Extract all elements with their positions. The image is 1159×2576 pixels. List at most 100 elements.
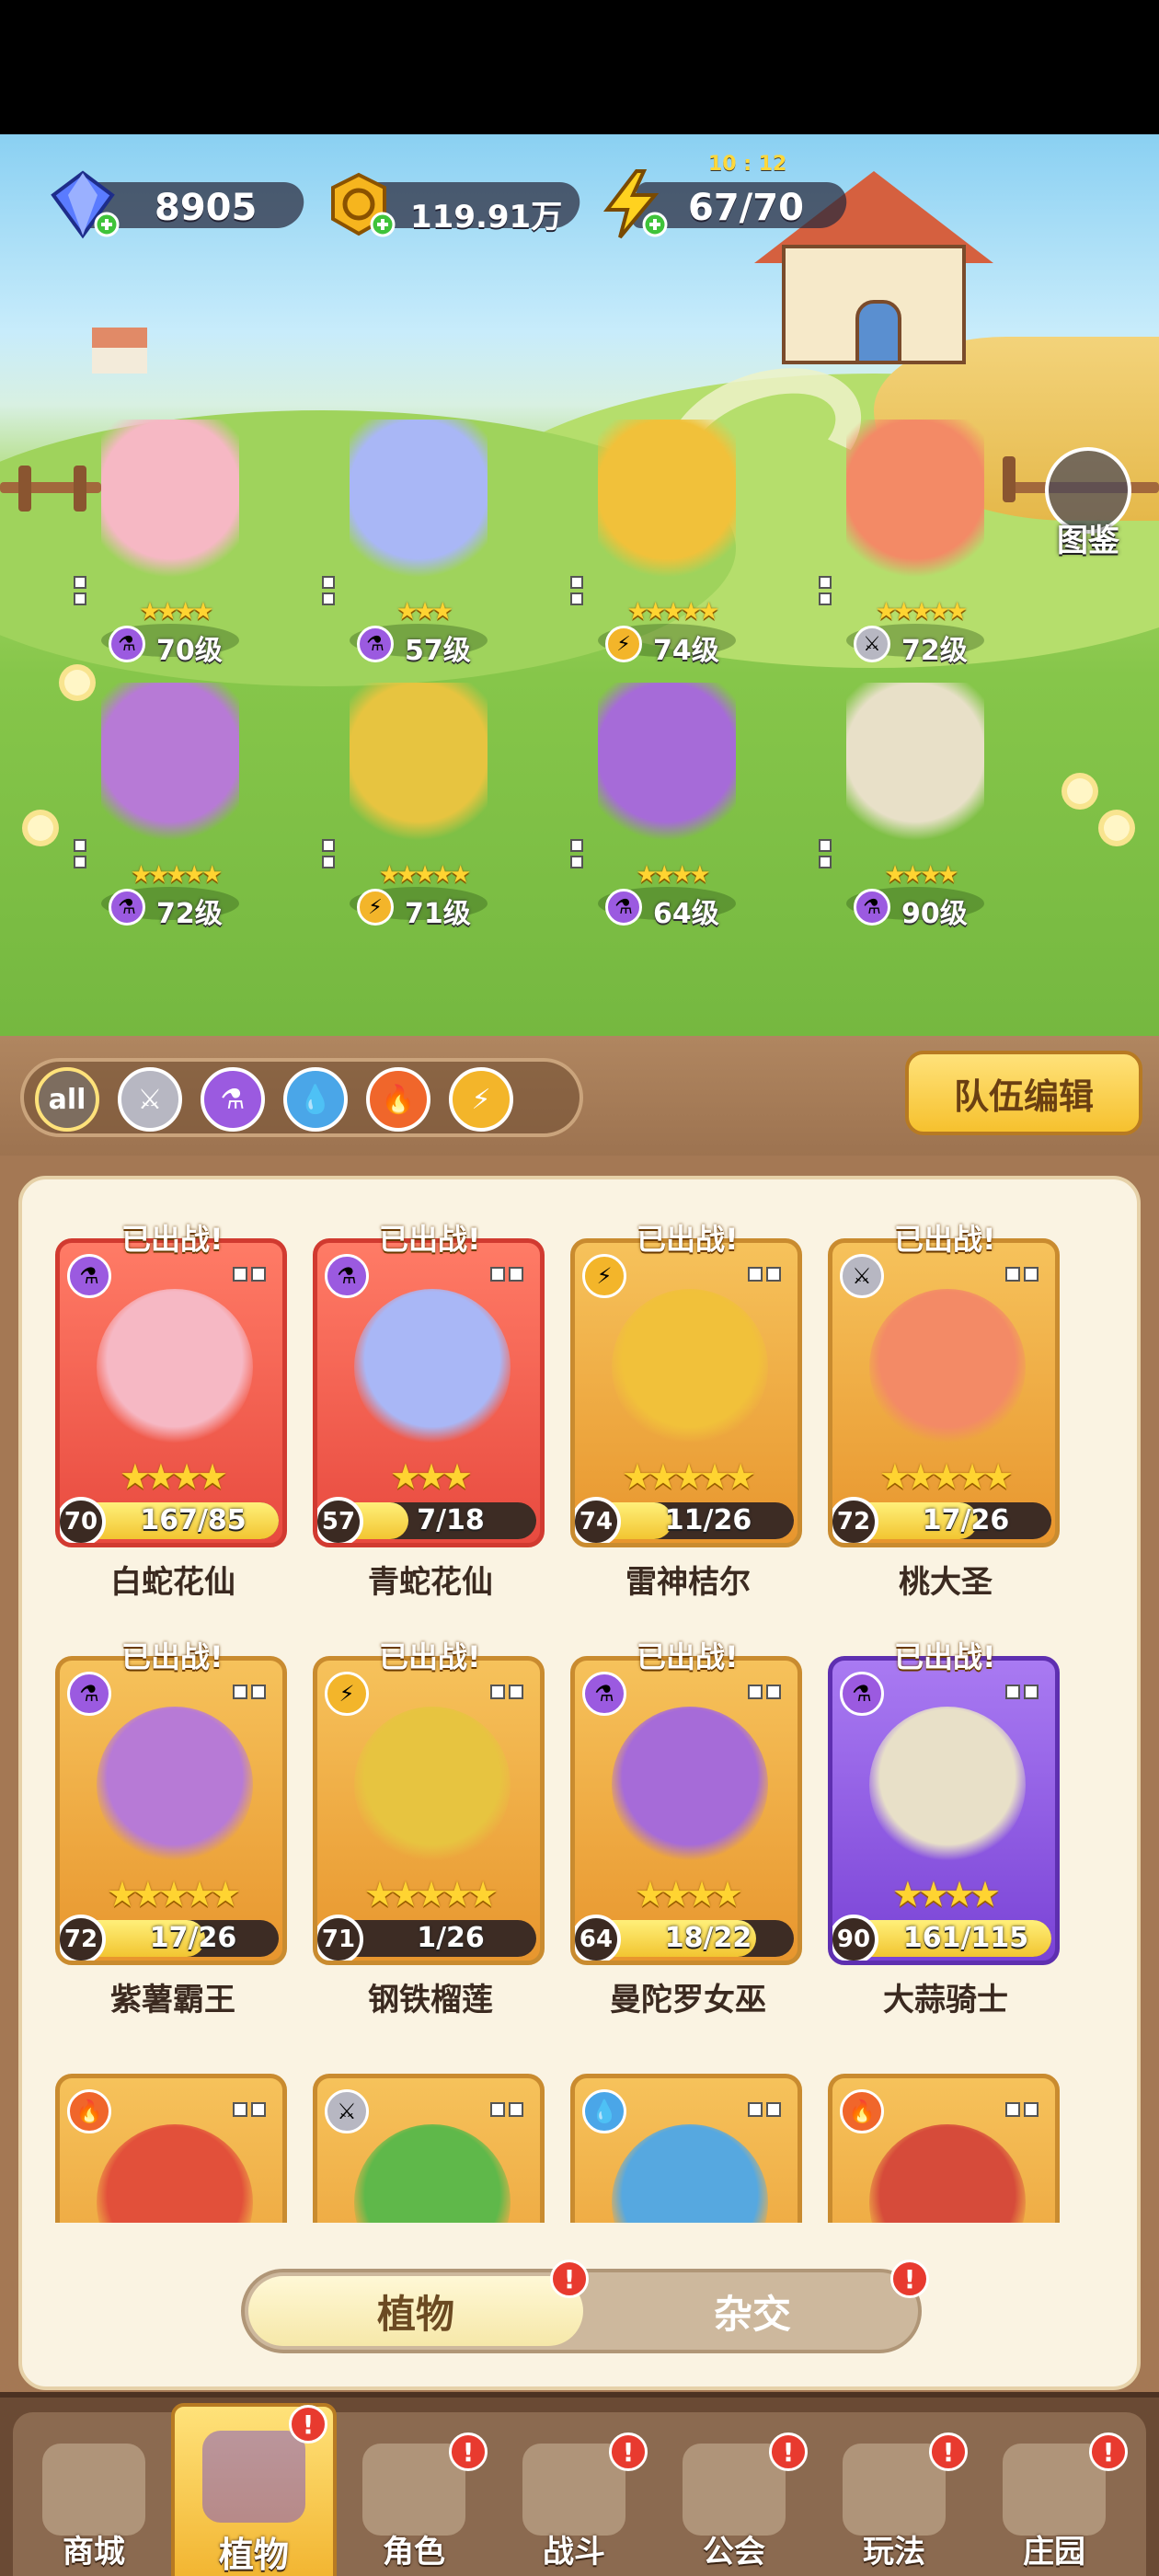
nav-item-shop[interactable]: 商城 (20, 2434, 167, 2576)
field-unit[interactable]: ★★★★ ⚗ 64级 (570, 683, 754, 931)
card-stars: ★★★★ (119, 1456, 228, 1497)
flower (1104, 815, 1130, 841)
plant-card[interactable]: 已出战! ⚗ ★★★★ 64 18/22 曼陀罗女巫 (570, 1634, 806, 2030)
deployed-badge: 已出战! (121, 1222, 224, 1257)
plant-sprite (598, 420, 736, 594)
nav-item-plant[interactable]: 植物! (171, 2403, 337, 2576)
card-grid[interactable]: 已出战! ⚗ ★★★★ 70 167/85 白蛇花仙 已出战! ⚗ ★★★ 57 7/18 青蛇花仙已… (22, 1179, 1137, 2223)
nav-item-battle[interactable]: 战斗! (500, 2432, 648, 2576)
team-slot-icon (233, 1256, 270, 1293)
card-frame: ⚔ ★★★★★ 72 17/26 (828, 1238, 1060, 1547)
plant-card[interactable]: 已出战! ⚗ ★★★★ 70 167/85 白蛇花仙 (55, 1216, 291, 1612)
card-level-badge: 64 (575, 1915, 621, 1961)
nav-alert-badge: ! (449, 2432, 488, 2471)
card-name: 曼陀罗女巫 (610, 1982, 766, 2018)
team-slot-icon (570, 839, 591, 894)
card-stars: ★★★★ (634, 1874, 743, 1915)
field-unit[interactable]: ★★★★★ ⚗ 72级 (74, 683, 258, 931)
team-edit-button[interactable]: 队伍编辑 (905, 1051, 1142, 1135)
fragment-count: 7/18 (417, 1504, 485, 1536)
plant-card[interactable]: 已出战! ⚗ ★★★★★ 72 17/26 紫薯霸王 (55, 1634, 291, 2030)
sword-element-icon: ⚔ (840, 1254, 884, 1298)
lightning-element-icon: ⚡ (325, 1672, 369, 1716)
card-name: 白蛇花仙 (110, 1564, 235, 1601)
plant-card[interactable]: 🔥 (55, 2052, 291, 2223)
team-slot-icon (819, 576, 839, 631)
filter-fire-icon[interactable]: 🔥 (366, 1067, 430, 1132)
shop-icon (42, 2444, 145, 2536)
field-unit[interactable]: ★★★★★ ⚡ 74级 (570, 420, 754, 668)
plant-card[interactable]: 已出战! ⚡ ★★★★★ 74 11/26 雷神桔尔 (570, 1216, 806, 1612)
purple-element-icon: ⚗ (582, 1672, 626, 1716)
plant-sprite (846, 683, 984, 857)
fence-post (1003, 456, 1016, 502)
field-unit[interactable]: ★★★★ ⚗ 70级 (74, 420, 258, 668)
plant-sprite (350, 420, 488, 594)
nav-alert-badge: ! (769, 2432, 808, 2471)
unit-level: 72级 (901, 635, 968, 667)
plant-card[interactable]: 已出战! ⚡ ★★★★★ 71 1/26 钢铁榴莲 (313, 1634, 548, 2030)
field-unit[interactable]: ★★★★ ⚗ 90级 (819, 683, 1003, 931)
field-unit[interactable]: ★★★★★ ⚔ 72级 (819, 420, 1003, 668)
card-stars: ★★★ (389, 1456, 473, 1497)
deployed-badge: 已出战! (379, 1222, 481, 1257)
card-level-badge: 72 (60, 1915, 106, 1961)
plant-card[interactable]: 已出战! ⚔ ★★★★★ 72 17/26 桃大圣 (828, 1216, 1063, 1612)
team-slot-icon (819, 839, 839, 894)
team-slot-icon (490, 2091, 527, 2128)
nav-item-gameplay[interactable]: 玩法! (820, 2432, 968, 2576)
team-slot-icon (233, 2091, 270, 2128)
deployed-badge: 已出战! (637, 1639, 739, 1674)
card-frame: 💧 (570, 2074, 802, 2223)
gem-icon[interactable] (46, 167, 120, 241)
plant-portrait (612, 1289, 768, 1445)
plant-portrait (869, 2124, 1026, 2223)
field-unit[interactable]: ★★★★★ ⚡ 71级 (322, 683, 506, 931)
card-frame: 🔥 (55, 2074, 287, 2223)
plant-icon (202, 2431, 305, 2523)
filter-lightning-icon[interactable]: ⚡ (449, 1067, 513, 1132)
purple-element-icon: ⚗ (325, 1254, 369, 1298)
unit-stars: ★★★★ (636, 861, 710, 889)
card-stars: ★★★★★ (878, 1456, 1014, 1497)
plant-sprite (101, 420, 239, 594)
lightning-icon[interactable] (594, 167, 668, 241)
unit-stars: ★★★★ (139, 598, 213, 626)
distant-house (92, 328, 147, 374)
plant-portrait (612, 2124, 768, 2223)
card-name: 大蒜骑士 (883, 1982, 1008, 2018)
card-level-badge: 71 (317, 1915, 363, 1961)
team-slot-icon (490, 1256, 527, 1293)
energy-timer: 10 : 12 (708, 153, 787, 176)
nav-item-manor[interactable]: 庄园! (981, 2432, 1128, 2576)
fragment-count: 18/22 (664, 1922, 752, 1954)
plant-card[interactable]: 💧 (570, 2052, 806, 2223)
card-frame: ⚗ ★★★ 57 7/18 (313, 1238, 545, 1547)
coins-value: 119.91万 (410, 199, 563, 236)
flower (1067, 778, 1093, 804)
nav-alert-badge: ! (929, 2432, 968, 2471)
card-frame: ⚔ (313, 2074, 545, 2223)
plant-portrait (97, 2124, 253, 2223)
filter-potion-icon[interactable]: ⚗ (201, 1067, 265, 1132)
filter-water-icon[interactable]: 💧 (283, 1067, 348, 1132)
plant-card[interactable]: 已出战! ⚗ ★★★★ 90 161/115 大蒜骑士 (828, 1634, 1063, 2030)
plant-card[interactable]: ⚔ (313, 2052, 548, 2223)
nav-item-guild[interactable]: 公会! (660, 2432, 808, 2576)
tab-hybrid[interactable]: 杂交 (587, 2276, 918, 2346)
nav-item-character[interactable]: 角色! (340, 2432, 488, 2576)
plant-sprite (598, 683, 736, 857)
tab-plants[interactable]: 植物 (248, 2276, 583, 2346)
fire-element-icon: 🔥 (840, 2089, 884, 2133)
field-unit[interactable]: ★★★ ⚗ 57级 (322, 420, 506, 668)
unit-stars: ★★★★★ (378, 861, 472, 889)
filter-all[interactable]: all (35, 1067, 99, 1132)
team-slot-icon (1005, 1673, 1042, 1710)
unit-level: 70级 (156, 635, 223, 667)
dex-button[interactable]: 图鉴 (1038, 447, 1139, 559)
plant-card[interactable]: 已出战! ⚗ ★★★ 57 7/18 青蛇花仙 (313, 1216, 548, 1612)
purple-element-icon: ⚗ (67, 1254, 111, 1298)
plant-card[interactable]: 🔥 (828, 2052, 1063, 2223)
coin-icon[interactable] (322, 167, 396, 241)
filter-sword-icon[interactable]: ⚔ (118, 1067, 182, 1132)
